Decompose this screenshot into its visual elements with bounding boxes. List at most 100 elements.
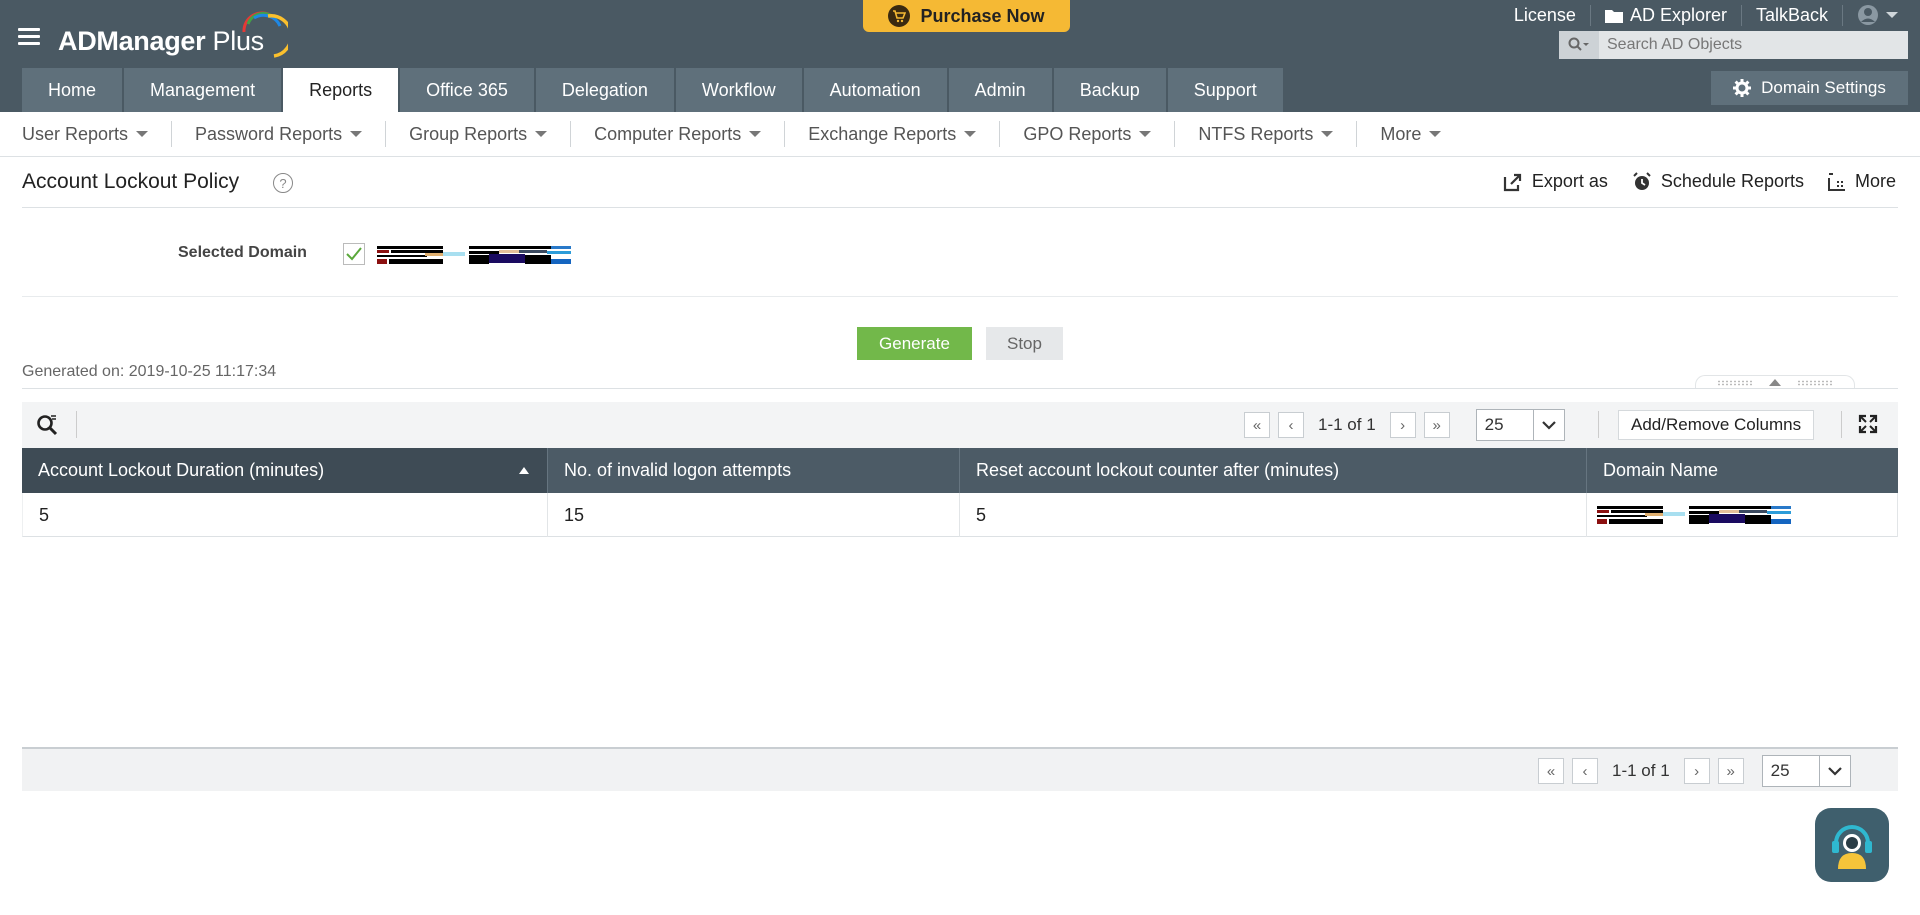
previous-page-icon[interactable]: ‹ bbox=[1278, 412, 1304, 438]
purchase-now-button[interactable]: Purchase Now bbox=[863, 0, 1070, 32]
last-page-icon[interactable]: » bbox=[1717, 758, 1744, 784]
divider bbox=[22, 388, 1898, 389]
hamburger-menu-icon[interactable] bbox=[18, 28, 40, 46]
cell-invalid-attempts: 15 bbox=[548, 493, 960, 537]
export-as-button[interactable]: Export as bbox=[1503, 171, 1608, 192]
previous-page-icon[interactable]: ‹ bbox=[1572, 758, 1598, 784]
chevron-down-icon bbox=[535, 131, 548, 137]
chevron-down-icon bbox=[1534, 410, 1564, 440]
subnav-computer-reports[interactable]: Computer Reports bbox=[571, 121, 786, 147]
page-actions: Export as Schedule Reports More bbox=[1503, 171, 1896, 192]
top-links: License AD Explorer TalkBack bbox=[1500, 3, 1898, 27]
divider bbox=[22, 296, 1898, 297]
chevron-down-icon bbox=[749, 131, 762, 137]
bottom-pager: « ‹ 1-1 of 1 › » 25 bbox=[1538, 755, 1851, 787]
tab-management[interactable]: Management bbox=[124, 68, 282, 112]
grip-dots-icon bbox=[1797, 379, 1833, 386]
app-name: ADManager Plus bbox=[58, 26, 264, 56]
chevron-down-icon bbox=[1820, 756, 1850, 786]
first-page-icon[interactable]: « bbox=[1538, 758, 1564, 784]
sort-ascending-icon bbox=[519, 467, 529, 474]
subnav-gpo-reports[interactable]: GPO Reports bbox=[1000, 121, 1176, 147]
next-page-icon[interactable]: › bbox=[1389, 412, 1416, 438]
gear-icon bbox=[1733, 79, 1752, 97]
cell-lockout-duration: 5 bbox=[23, 493, 548, 537]
ad-object-search bbox=[1559, 31, 1908, 59]
cell-domain-name bbox=[1587, 493, 1898, 537]
page-size-select[interactable]: 25 bbox=[1475, 409, 1565, 441]
export-icon bbox=[1503, 173, 1521, 191]
generate-button[interactable]: Generate bbox=[857, 327, 972, 360]
grip-dots-icon bbox=[1717, 379, 1753, 386]
domain-settings-button[interactable]: Domain Settings bbox=[1711, 71, 1908, 105]
subnav-user-reports[interactable]: User Reports bbox=[22, 121, 173, 147]
subnav-more[interactable]: More bbox=[1357, 121, 1464, 147]
collapse-panel-handle[interactable] bbox=[1695, 375, 1855, 389]
search-input[interactable] bbox=[1599, 31, 1908, 59]
license-link[interactable]: License bbox=[1500, 4, 1591, 26]
schedule-reports-button[interactable]: Schedule Reports bbox=[1632, 171, 1804, 192]
folder-icon bbox=[1604, 9, 1623, 23]
more-actions-button[interactable]: More bbox=[1827, 171, 1896, 192]
column-header-reset-counter[interactable]: Reset account lockout counter after (min… bbox=[960, 448, 1587, 493]
purchase-now-label: Purchase Now bbox=[920, 5, 1045, 26]
tab-admin[interactable]: Admin bbox=[948, 68, 1052, 112]
tab-automation[interactable]: Automation bbox=[803, 68, 947, 112]
column-header-invalid-attempts[interactable]: No. of invalid logon attempts bbox=[548, 448, 960, 493]
chevron-down-icon bbox=[136, 131, 149, 137]
page-title: Account Lockout Policy bbox=[22, 170, 240, 193]
tab-backup[interactable]: Backup bbox=[1053, 68, 1166, 112]
subnav-exchange-reports[interactable]: Exchange Reports bbox=[785, 121, 1001, 147]
add-remove-columns-button[interactable]: Add/Remove Columns bbox=[1618, 410, 1815, 440]
first-page-icon[interactable]: « bbox=[1244, 412, 1270, 438]
subnav-group-reports[interactable]: Group Reports bbox=[386, 121, 572, 147]
talkback-link[interactable]: TalkBack bbox=[1742, 4, 1843, 26]
export-as-label: Export as bbox=[1531, 171, 1608, 191]
user-menu[interactable] bbox=[1843, 4, 1898, 26]
support-chat-button[interactable] bbox=[1815, 808, 1889, 882]
generated-on-timestamp: Generated on: 2019-10-25 11:17:34 bbox=[22, 363, 277, 380]
ad-explorer-label: AD Explorer bbox=[1629, 4, 1727, 25]
stop-button[interactable]: Stop bbox=[986, 327, 1063, 360]
chevron-down-icon bbox=[350, 131, 363, 137]
alarm-clock-icon bbox=[1633, 171, 1651, 190]
pager-text: 1-1 of 1 bbox=[1318, 415, 1376, 434]
table-header: Account Lockout Duration (minutes) No. o… bbox=[22, 448, 1898, 493]
schedule-reports-label: Schedule Reports bbox=[1660, 171, 1804, 191]
chevron-down-icon bbox=[1139, 131, 1152, 137]
column-header-domain-name[interactable]: Domain Name bbox=[1587, 448, 1898, 493]
chevron-down-icon bbox=[1321, 131, 1334, 137]
tab-workflow[interactable]: Workflow bbox=[675, 68, 802, 112]
cell-reset-counter: 5 bbox=[960, 493, 1587, 537]
tab-home[interactable]: Home bbox=[22, 68, 123, 112]
search-icon[interactable] bbox=[1559, 31, 1599, 59]
last-page-icon[interactable]: » bbox=[1423, 412, 1450, 438]
column-header-lockout-duration[interactable]: Account Lockout Duration (minutes) bbox=[22, 448, 548, 493]
fullscreen-icon[interactable] bbox=[1858, 414, 1880, 436]
table-row[interactable]: 5 15 5 bbox=[22, 493, 1898, 537]
tab-support[interactable]: Support bbox=[1167, 68, 1283, 112]
user-avatar-icon bbox=[1858, 5, 1878, 25]
page-size-select[interactable]: 25 bbox=[1761, 755, 1851, 787]
table-toolbar: « ‹ 1-1 of 1 › » 25 Add/Remove Columns bbox=[22, 402, 1898, 448]
tab-delegation[interactable]: Delegation bbox=[535, 68, 674, 112]
ad-explorer-link[interactable]: AD Explorer bbox=[1591, 4, 1742, 26]
tab-office-365[interactable]: Office 365 bbox=[400, 68, 534, 112]
next-page-icon[interactable]: › bbox=[1683, 758, 1710, 784]
domain-checkbox[interactable] bbox=[343, 243, 365, 265]
chevron-down-icon bbox=[964, 131, 977, 137]
report-category-nav: User Reports Password Reports Group Repo… bbox=[0, 112, 1920, 157]
top-pager: « ‹ 1-1 of 1 › » 25 bbox=[1244, 409, 1565, 441]
support-agent-icon bbox=[1832, 825, 1872, 869]
more-grid-icon bbox=[1827, 172, 1845, 191]
pager-text: 1-1 of 1 bbox=[1612, 761, 1670, 780]
subnav-password-reports[interactable]: Password Reports bbox=[172, 121, 387, 147]
tab-reports[interactable]: Reports bbox=[283, 68, 399, 112]
subnav-ntfs-reports[interactable]: NTFS Reports bbox=[1175, 121, 1358, 147]
logo-arc-icon bbox=[242, 11, 288, 58]
checkmark-icon bbox=[346, 247, 362, 261]
help-icon[interactable]: ? bbox=[273, 173, 293, 193]
more-actions-label: More bbox=[1854, 171, 1896, 191]
table-search-icon[interactable] bbox=[36, 413, 60, 437]
divider bbox=[1841, 411, 1842, 438]
